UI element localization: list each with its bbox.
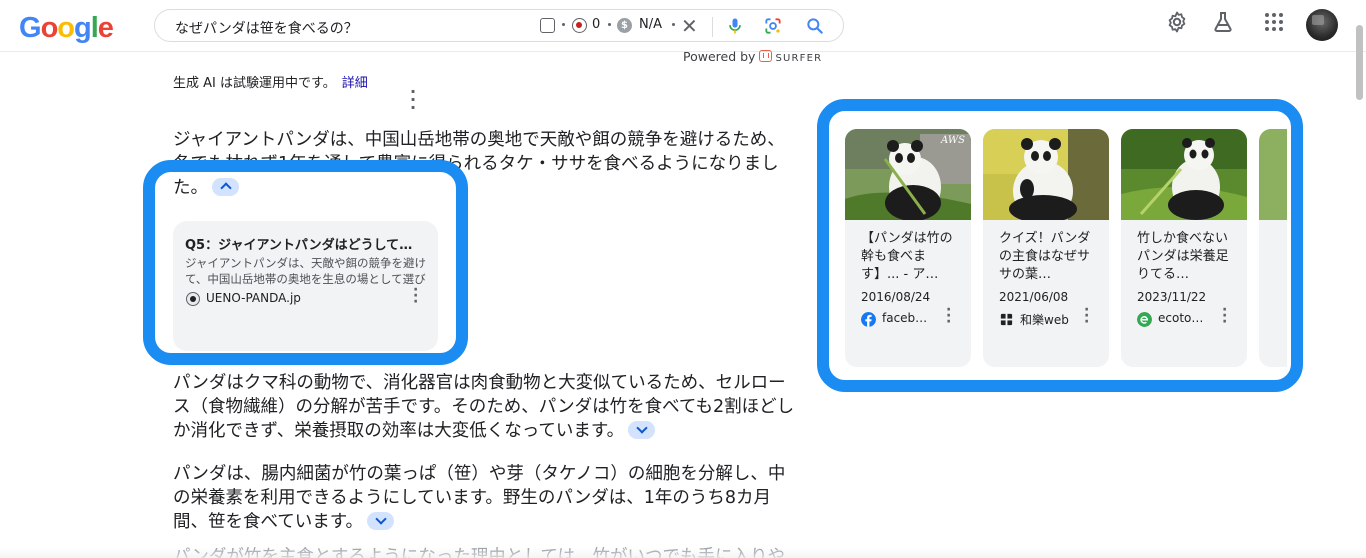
powered-by: Powered by SURFER <box>683 49 822 64</box>
apps-grid-icon[interactable] <box>1262 10 1286 34</box>
paragraph-text: パンダはクマ科の動物で、消化器官は肉食動物と大変似ているため、セルロース（食物繊… <box>173 373 795 441</box>
surfer-logo-icon <box>759 50 773 62</box>
lens-icon[interactable] <box>763 16 783 36</box>
gear-icon[interactable] <box>1165 10 1189 34</box>
microphone-icon[interactable] <box>725 16 745 36</box>
logo-letter: g <box>74 12 92 44</box>
expand-chip[interactable] <box>367 512 395 530</box>
bottom-fade <box>0 548 1366 558</box>
overview-paragraph: パンダはクマ科の動物で、消化器官は肉食動物と大変似ているため、セルロース（食物繊… <box>173 371 798 443</box>
logo-letter: o <box>40 12 59 44</box>
page-scrollbar[interactable] <box>1356 25 1363 100</box>
separator-dot <box>562 23 565 26</box>
google-logo[interactable]: Google <box>19 12 114 45</box>
separator-dot <box>672 23 675 26</box>
search-box[interactable]: なぜパンダは笹を食べるの？ 0 $ N/A ✕ <box>154 9 844 42</box>
clear-icon[interactable]: ✕ <box>681 14 698 38</box>
search-icon[interactable] <box>805 16 825 36</box>
highlight-box-right <box>817 99 1303 392</box>
paragraph-text: パンダは、腸内細菌が竹の葉っぱ（笹）や芽（タケノコ）の細胞を分解し、中の栄養素を… <box>173 464 786 532</box>
ai-experiment-notice: 生成 AI は試験運用中です。 詳細 <box>173 72 368 91</box>
dollar-icon: $ <box>617 18 632 33</box>
detail-link[interactable]: 詳細 <box>342 76 368 91</box>
logo-letter: l <box>90 12 99 44</box>
extension-checkbox[interactable] <box>540 18 555 33</box>
surfer-brand: SURFER <box>775 53 823 64</box>
logo-letter: o <box>57 12 75 44</box>
logo-letter: G <box>19 12 42 44</box>
overview-paragraph: パンダは、腸内細菌が竹の葉っぱ（笹）や芽（タケノコ）の細胞を分解し、中の栄養素を… <box>173 462 798 534</box>
separator-dot <box>608 23 611 26</box>
header: Google なぜパンダは笹を食べるの？ 0 $ N/A ✕ <box>0 0 1366 52</box>
avatar[interactable] <box>1306 9 1338 41</box>
powered-by-label: Powered by <box>683 49 756 64</box>
search-input[interactable]: なぜパンダは笹を食べるの？ <box>175 18 358 38</box>
logo-letter: e <box>97 12 114 44</box>
labs-flask-icon[interactable] <box>1211 10 1235 34</box>
search-divider <box>712 17 713 37</box>
highlight-box-left <box>143 160 468 365</box>
more-options-icon[interactable]: · · · <box>406 84 420 116</box>
extension-count: 0 <box>592 17 601 32</box>
expand-chip[interactable] <box>628 421 656 439</box>
record-icon <box>572 18 587 33</box>
extension-value: N/A <box>639 17 662 32</box>
ai-notice-text: 生成 AI は試験運用中です。 <box>173 76 336 91</box>
